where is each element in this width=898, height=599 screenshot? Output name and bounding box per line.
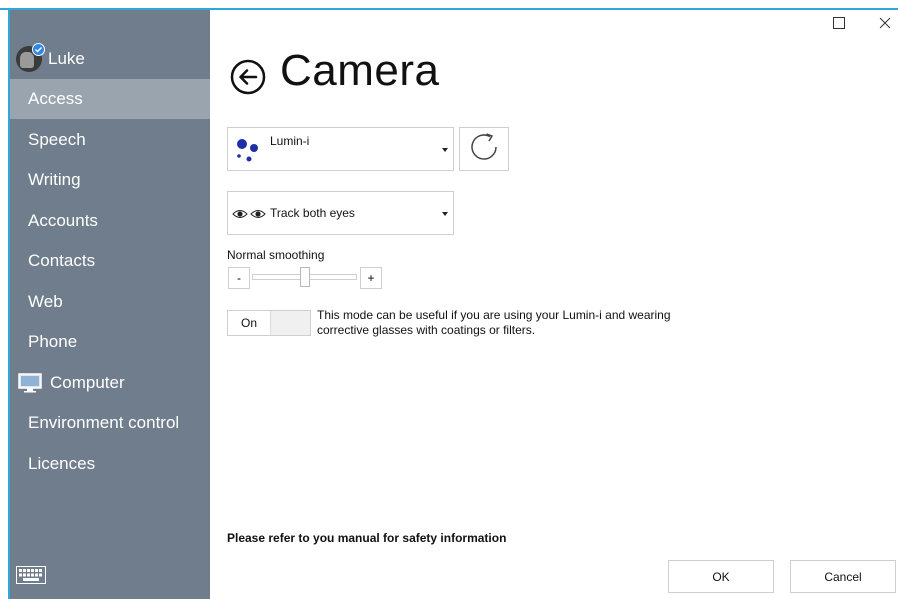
sidebar-item-speech[interactable]: Speech (10, 120, 210, 160)
chevron-down-icon (442, 212, 448, 216)
tracking-select[interactable]: Track both eyes (227, 191, 454, 235)
smoothing-label: Normal smoothing (227, 248, 325, 262)
maximize-icon (833, 16, 845, 34)
device-select-value: Lumin-i (270, 134, 310, 148)
glasses-mode-description: This mode can be useful if you are using… (317, 308, 671, 337)
sidebar-item-environment-control[interactable]: Environment control (10, 403, 210, 443)
sidebar-item-label: Contacts (28, 251, 96, 270)
sidebar-item-label: Speech (28, 130, 86, 149)
cancel-button[interactable]: Cancel (790, 560, 896, 593)
monitor-icon (18, 373, 42, 393)
close-button[interactable] (872, 12, 898, 38)
device-select[interactable]: Lumin-i (227, 127, 454, 171)
avatar (16, 43, 45, 72)
sidebar-item-writing[interactable]: Writing (10, 160, 210, 200)
refresh-button[interactable] (459, 127, 509, 171)
refresh-icon (467, 130, 501, 169)
sidebar-item-label: Environment control (28, 413, 180, 432)
smoothing-slider-thumb[interactable] (299, 267, 310, 287)
smoothing-increase-button[interactable]: + (360, 267, 382, 289)
keyboard-icon[interactable] (16, 566, 46, 584)
glasses-mode-toggle[interactable]: On (227, 310, 311, 336)
sidebar: Luke Access Speech Writing Accounts Cont… (10, 10, 210, 599)
sidebar-item-web[interactable]: Web (10, 282, 210, 322)
sidebar-item-label: Accounts (28, 211, 98, 230)
sidebar-item-label: Phone (28, 332, 78, 351)
close-icon (879, 16, 891, 34)
sidebar-item-label: Access (28, 89, 83, 108)
sidebar-item-computer[interactable]: Computer (10, 363, 210, 403)
chevron-down-icon (442, 148, 448, 152)
sidebar-item-label: Computer (50, 373, 125, 392)
safety-note: Please refer to you manual for safety in… (227, 531, 507, 545)
user-name: Luke (48, 49, 85, 68)
toggle-state-label: On (228, 311, 270, 335)
sidebar-item-access[interactable]: Access (10, 79, 210, 119)
sidebar-item-contacts[interactable]: Contacts (10, 241, 210, 281)
sidebar-item-label: Licences (28, 454, 96, 473)
back-button[interactable] (230, 59, 266, 95)
page-title: Camera (280, 46, 440, 95)
user-profile[interactable]: Luke (16, 43, 85, 74)
sidebar-item-label: Web (28, 292, 63, 311)
sidebar-item-phone[interactable]: Phone (10, 322, 210, 362)
smoothing-decrease-button[interactable]: - (228, 267, 250, 289)
verified-badge-icon (32, 43, 45, 56)
lumin-dots-icon (235, 137, 263, 170)
ok-button[interactable]: OK (668, 560, 774, 593)
tracking-select-value: Track both eyes (270, 206, 355, 220)
maximize-button[interactable] (826, 12, 852, 38)
sidebar-item-licences[interactable]: Licences (10, 444, 210, 484)
eyes-icon (232, 207, 268, 225)
toggle-switch-area (270, 311, 310, 335)
sidebar-item-accounts[interactable]: Accounts (10, 201, 210, 241)
back-arrow-icon (230, 59, 266, 99)
sidebar-item-label: Writing (28, 170, 81, 189)
